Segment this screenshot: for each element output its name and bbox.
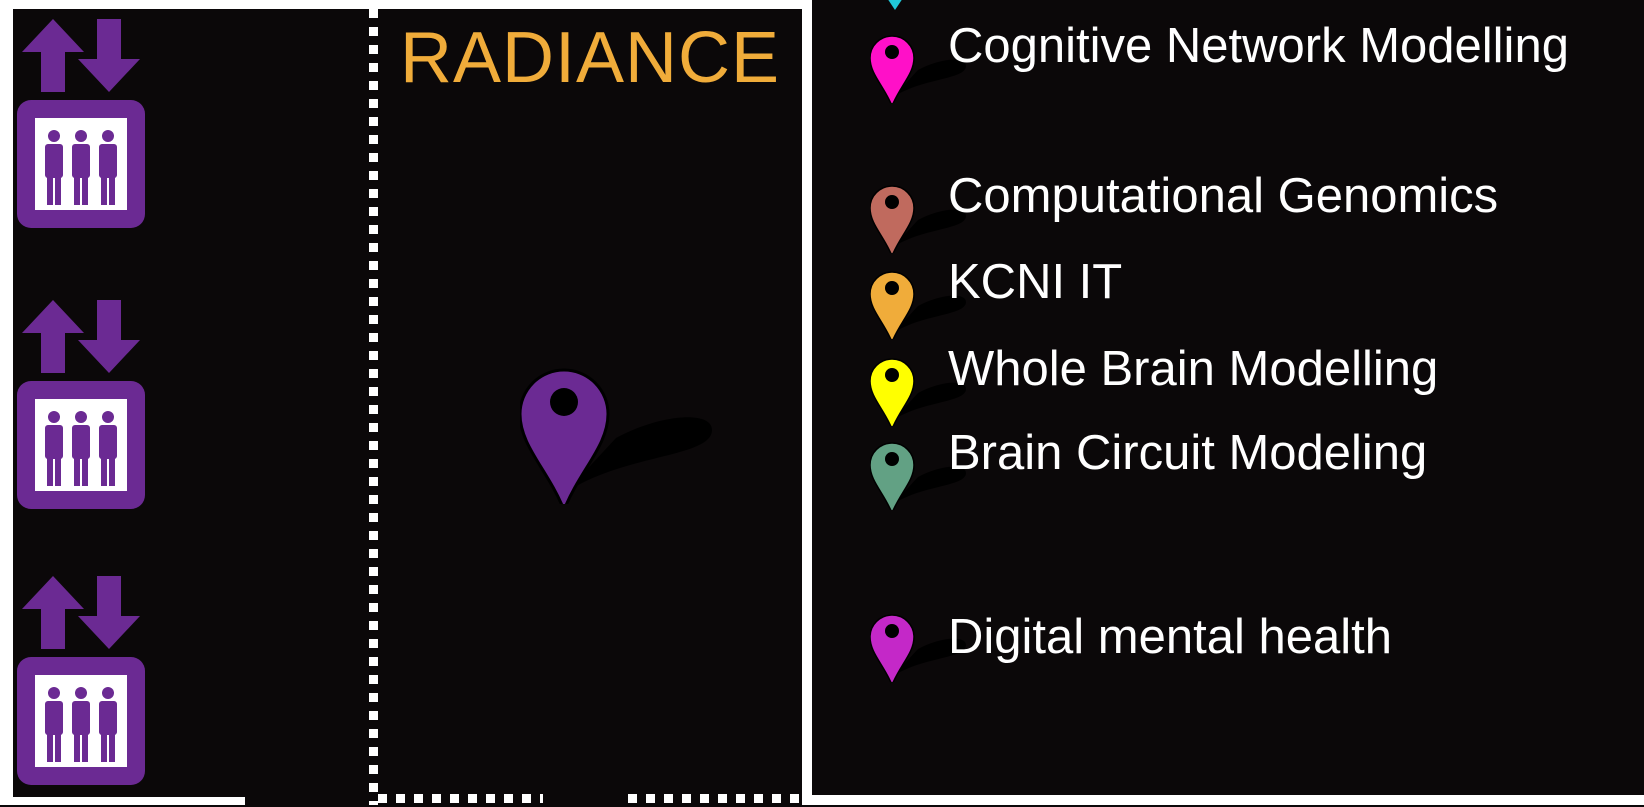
floor-plan-wall-right: [802, 0, 812, 805]
room-location-map-pin-icon[interactable]: [518, 334, 720, 512]
room-boundary-dotted: [378, 794, 543, 803]
partial-map-pin-icon: [885, 0, 905, 17]
legend-label: Computational Genomics: [948, 169, 1499, 223]
legend-label: Brain Circuit Modeling: [948, 426, 1428, 480]
legend-label: Digital mental health: [948, 610, 1392, 664]
floor-plan-wall-top: [0, 0, 812, 9]
room-name: RADIANCE: [399, 18, 781, 98]
legend-label: Whole Brain Modelling: [948, 342, 1439, 396]
legend-label: KCNI IT: [948, 255, 1123, 309]
elevator-icon[interactable]: [17, 574, 145, 807]
legend-divider: [812, 0, 817, 805]
floor-plan-wall-left: [0, 0, 13, 805]
legend-bottom-border: [812, 795, 1644, 805]
elevator-icon[interactable]: [17, 17, 145, 250]
elevator-icon[interactable]: [17, 298, 145, 531]
room-boundary-dotted: [628, 794, 802, 803]
legend-label: Cognitive Network Modelling: [948, 19, 1569, 73]
room-boundary-dotted: [369, 9, 378, 805]
